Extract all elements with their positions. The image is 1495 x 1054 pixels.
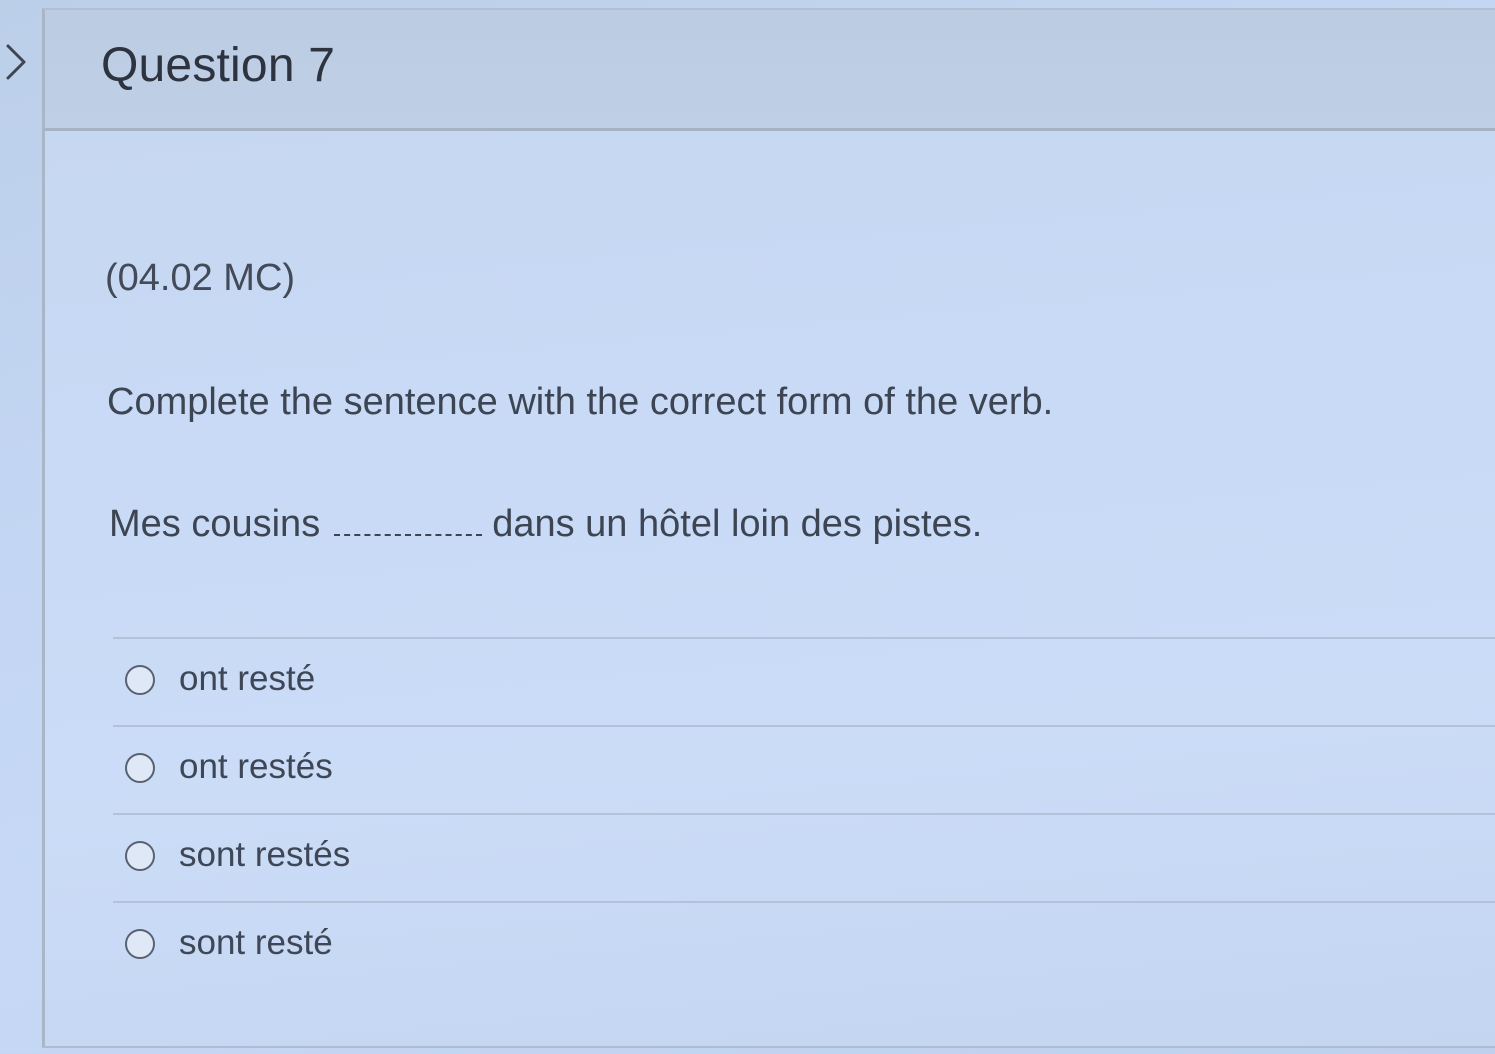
sentence-blank [334,504,483,536]
answer-option-2[interactable]: ont restés [113,727,1495,815]
radio-button[interactable] [125,753,155,783]
question-title: Question 7 [101,39,336,92]
answer-option-label: sont restés [179,835,351,874]
question-code: (04.02 MC) [105,257,296,299]
collapse-chevron-icon[interactable] [0,40,34,84]
question-instruction: Complete the sentence with the correct f… [107,381,1054,423]
sentence-before: Mes cousins [109,503,321,545]
answer-option-1[interactable]: ont resté [113,639,1495,727]
answer-option-label: sont resté [179,923,333,962]
radio-button[interactable] [125,929,155,959]
radio-button[interactable] [125,665,155,695]
answer-option-4[interactable]: sont resté [113,903,1495,989]
answer-option-label: ont restés [179,747,333,786]
answer-option-3[interactable]: sont restés [113,815,1495,903]
radio-button[interactable] [125,841,155,871]
sentence-after: dans un hôtel loin des pistes. [492,503,983,545]
question-header: Question 7 [45,10,1495,131]
question-card: Question 7 (04.02 MC) Complete the sente… [42,8,1495,1048]
question-sentence: Mes cousins dans un hôtel loin des pistes… [109,503,982,546]
answer-option-label: ont resté [179,659,316,698]
answer-options: ont resté ont restés sont restés sont re… [113,637,1495,989]
